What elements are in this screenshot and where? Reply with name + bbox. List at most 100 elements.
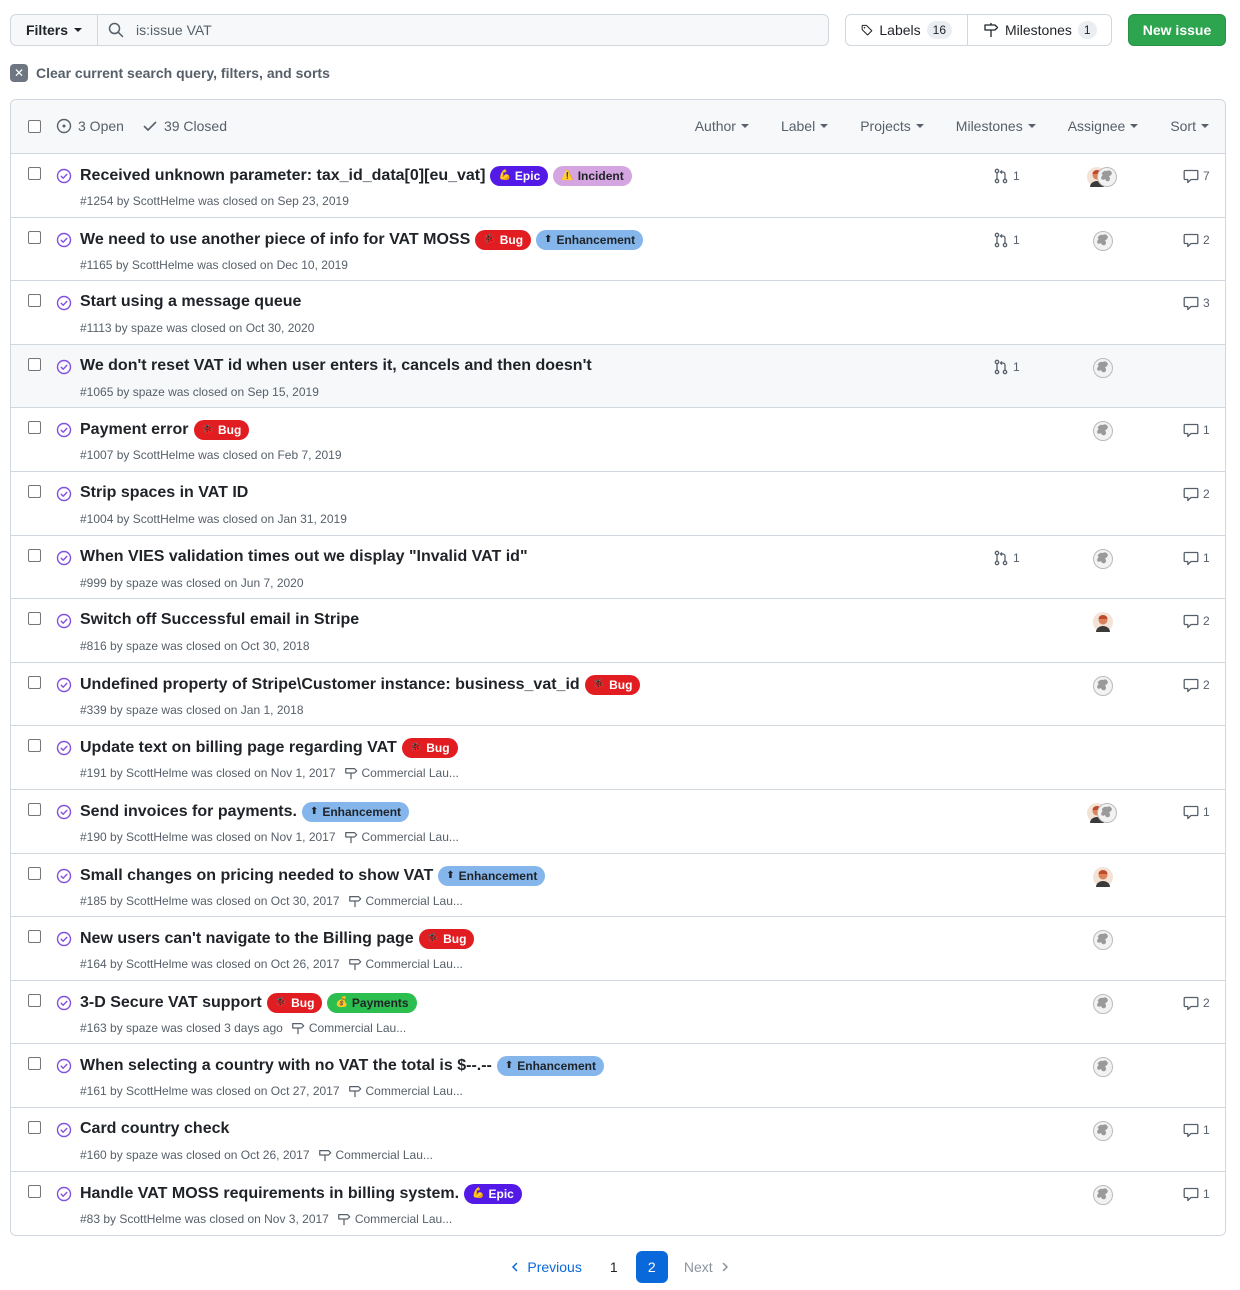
issue-title-link[interactable]: Small changes on pricing needed to show …	[80, 867, 433, 885]
issue-author-link[interactable]: spaze	[126, 576, 158, 590]
avatar[interactable]	[1093, 230, 1113, 251]
comments-link[interactable]: 2	[1183, 995, 1210, 1011]
issue-row[interactable]: New users can't navigate to the Billing …	[11, 917, 1225, 981]
issue-milestone-link[interactable]: Commercial Lau...	[344, 830, 459, 844]
avatar[interactable]	[1093, 421, 1113, 442]
issue-row[interactable]: Received unknown parameter: tax_id_data[…	[11, 154, 1225, 218]
projects-filter[interactable]: Projects	[860, 118, 924, 134]
comments-link[interactable]: 2	[1183, 232, 1210, 248]
issue-author-link[interactable]: ScottHelme	[133, 194, 195, 208]
new-issue-button[interactable]: New issue	[1128, 14, 1226, 46]
issue-author-link[interactable]: ScottHelme	[126, 894, 188, 908]
issue-author-link[interactable]: spaze	[126, 639, 158, 653]
issue-author-link[interactable]: spaze	[133, 385, 165, 399]
select-all-checkbox[interactable]	[28, 120, 41, 133]
issue-title-link[interactable]: Undefined property of Stripe\Customer in…	[80, 676, 580, 694]
issue-row[interactable]: 3-D Secure VAT support 🐞 Bug 💰 Payments #163 …	[11, 980, 1225, 1045]
issue-row[interactable]: When selecting a country with no VAT the…	[11, 1044, 1225, 1108]
issue-title-link[interactable]: Start using a message queue	[80, 293, 301, 311]
issue-author-link[interactable]: spaze	[126, 703, 158, 717]
issue-row[interactable]: Switch off Successful email in Stripe #81…	[11, 599, 1225, 663]
issue-row[interactable]: We don't reset VAT id when user enters i…	[11, 344, 1225, 409]
label-enh[interactable]: ⬆ Enhancement	[496, 1056, 604, 1077]
issue-checkbox[interactable]	[28, 357, 41, 371]
issue-milestone-link[interactable]: Commercial Lau...	[348, 894, 463, 908]
label-filter[interactable]: Label	[781, 118, 829, 134]
issue-title-link[interactable]: Switch off Successful email in Stripe	[80, 611, 359, 629]
issue-author-link[interactable]: ScottHelme	[132, 258, 194, 272]
issue-checkbox[interactable]	[28, 802, 41, 816]
issue-checkbox[interactable]	[28, 1184, 41, 1198]
issue-milestone-link[interactable]: Commercial Lau...	[291, 1021, 406, 1035]
issue-row[interactable]: Payment error 🐞 Bug #1007 by ScottHelme was…	[11, 408, 1225, 472]
comments-link[interactable]: 1	[1183, 550, 1210, 566]
search-input[interactable]	[136, 22, 816, 38]
avatar[interactable]	[1093, 1120, 1113, 1141]
comments-link[interactable]: 1	[1183, 422, 1210, 438]
issue-checkbox[interactable]	[28, 1057, 41, 1071]
label-incident[interactable]: ⚠️ Incident	[553, 166, 632, 186]
issue-checkbox[interactable]	[28, 421, 41, 435]
issue-title-link[interactable]: 3-D Secure VAT support	[80, 994, 262, 1012]
label-pay[interactable]: 💰 Payments	[327, 992, 417, 1013]
issue-checkbox[interactable]	[28, 294, 41, 308]
label-bug[interactable]: 🐞 Bug	[418, 929, 475, 950]
avatar[interactable]	[1097, 167, 1117, 187]
avatar[interactable]	[1093, 930, 1113, 951]
issue-title-link[interactable]: Received unknown parameter: tax_id_data[…	[80, 167, 485, 185]
issue-row[interactable]: Send invoices for payments. ⬆ Enhancement #…	[11, 789, 1225, 854]
issue-checkbox[interactable]	[28, 675, 41, 689]
comments-link[interactable]: 7	[1183, 168, 1210, 184]
avatar[interactable]	[1093, 1057, 1113, 1078]
comments-link[interactable]: 2	[1183, 677, 1210, 693]
linked-pr-link[interactable]: 1	[993, 359, 1020, 375]
issue-milestone-link[interactable]: Commercial Lau...	[348, 957, 463, 971]
issue-checkbox[interactable]	[28, 1120, 41, 1134]
clear-query-link[interactable]: ✕ Clear current search query, filters, a…	[10, 64, 330, 82]
author-filter[interactable]: Author	[695, 118, 749, 134]
issue-title-link[interactable]: Send invoices for payments.	[80, 803, 297, 821]
issue-milestone-link[interactable]: Commercial Lau...	[344, 766, 459, 780]
label-bug[interactable]: 🐞 Bug	[475, 229, 532, 250]
issue-title-link[interactable]: When VIES validation times out we displa…	[80, 548, 528, 566]
previous-page-link[interactable]: Previous	[499, 1253, 591, 1281]
issue-author-link[interactable]: spaze	[126, 1021, 158, 1035]
avatar[interactable]	[1093, 866, 1113, 887]
sort-filter[interactable]: Sort	[1170, 118, 1209, 134]
filters-dropdown-button[interactable]: Filters	[11, 15, 98, 45]
issue-title-link[interactable]: When selecting a country with no VAT the…	[80, 1057, 492, 1075]
avatar[interactable]	[1093, 612, 1113, 633]
issue-title-link[interactable]: We need to use another piece of info for…	[80, 231, 470, 249]
issue-title-link[interactable]: Card country check	[80, 1120, 229, 1138]
label-bug[interactable]: 🐞 Bug	[584, 674, 641, 695]
avatar[interactable]	[1093, 1184, 1113, 1205]
issue-title-link[interactable]: Strip spaces in VAT ID	[80, 484, 248, 502]
comments-link[interactable]: 2	[1183, 613, 1210, 629]
open-issues-link[interactable]: 3 Open	[56, 118, 124, 134]
avatar[interactable]	[1097, 802, 1117, 823]
issue-title-link[interactable]: Payment error	[80, 421, 189, 439]
issue-title-link[interactable]: We don't reset VAT id when user enters i…	[80, 357, 592, 375]
issue-row[interactable]: Strip spaces in VAT ID #1004 by ScottHelm…	[11, 471, 1225, 536]
issue-author-link[interactable]: spaze	[131, 321, 163, 335]
issue-row[interactable]: When VIES validation times out we displa…	[11, 535, 1225, 600]
issue-author-link[interactable]: ScottHelme	[126, 957, 188, 971]
issue-milestone-link[interactable]: Commercial Lau...	[348, 1084, 463, 1098]
issue-checkbox[interactable]	[28, 484, 41, 498]
issue-row[interactable]: Handle VAT MOSS requirements in billing …	[11, 1171, 1225, 1236]
comments-link[interactable]: 1	[1183, 804, 1210, 820]
avatar[interactable]	[1093, 993, 1113, 1014]
issue-author-link[interactable]: ScottHelme	[133, 512, 195, 526]
issue-row[interactable]: Undefined property of Stripe\Customer in…	[11, 662, 1225, 727]
issue-checkbox[interactable]	[28, 612, 41, 626]
issue-row[interactable]: Start using a message queue #1113 by spaz…	[11, 281, 1225, 345]
avatar[interactable]	[1093, 675, 1113, 696]
issue-title-link[interactable]: Update text on billing page regarding VA…	[80, 739, 397, 757]
issue-checkbox[interactable]	[28, 930, 41, 944]
labels-button[interactable]: Labels 16	[846, 15, 968, 45]
closed-issues-link[interactable]: 39 Closed	[142, 118, 227, 134]
issue-row[interactable]: Small changes on pricing needed to show …	[11, 853, 1225, 918]
milestones-button[interactable]: Milestones 1	[968, 15, 1112, 45]
linked-pr-link[interactable]: 1	[993, 550, 1020, 566]
issue-checkbox[interactable]	[28, 866, 41, 880]
